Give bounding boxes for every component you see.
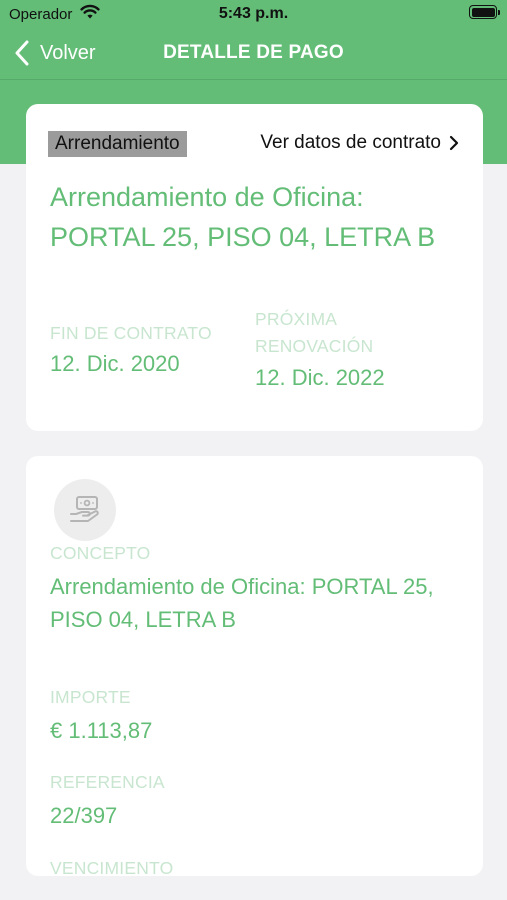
reference-value: 22/397 xyxy=(50,803,118,828)
concept-field: CONCEPTO Arrendamiento de Oficina: PORTA… xyxy=(50,540,460,636)
payment-icon-badge xyxy=(54,479,116,541)
renewal-label: PRÓXIMA RENOVACIÓN xyxy=(255,309,374,356)
view-contract-label: Ver datos de contrato xyxy=(260,132,441,153)
due-date-field: VENCIMIENTO xyxy=(50,855,460,882)
payment-hand-icon xyxy=(70,496,99,522)
concept-label: CONCEPTO xyxy=(50,543,151,563)
contract-end-label: FIN DE CONTRATO xyxy=(50,323,212,343)
contract-title: Arrendamiento de Oficina: PORTAL 25, PIS… xyxy=(50,182,436,252)
contract-end-field: FIN DE CONTRATO 12. Dic. 2020 xyxy=(50,320,212,379)
chevron-right-icon xyxy=(449,135,459,151)
status-bar: Operador 5:43 p.m. xyxy=(0,0,507,28)
reference-label: REFERENCIA xyxy=(50,772,165,792)
due-date-label: VENCIMIENTO xyxy=(50,858,174,878)
contract-end-value: 12. Dic. 2020 xyxy=(50,351,180,376)
contract-card: Arrendamiento Ver datos de contrato Arre… xyxy=(26,104,483,431)
reference-field: REFERENCIA 22/397 xyxy=(50,769,460,832)
page-title: DETALLE DE PAGO xyxy=(163,42,344,63)
renewal-field: PRÓXIMA RENOVACIÓN 12. Dic. 2022 xyxy=(255,306,455,393)
contract-type-badge: Arrendamiento xyxy=(48,131,187,157)
amount-field: IMPORTE € 1.113,87 xyxy=(50,684,460,747)
navigation-bar: Volver DETALLE DE PAGO xyxy=(0,28,507,80)
payment-card: CONCEPTO Arrendamiento de Oficina: PORTA… xyxy=(26,456,483,878)
clock: 5:43 p.m. xyxy=(218,5,289,22)
amount-label: IMPORTE xyxy=(50,687,131,707)
renewal-value: 12. Dic. 2022 xyxy=(255,365,385,390)
concept-value: Arrendamiento de Oficina: PORTAL 25, PIS… xyxy=(50,574,434,632)
view-contract-link[interactable]: Ver datos de contrato xyxy=(260,132,459,154)
amount-value: € 1.113,87 xyxy=(50,718,153,743)
battery-icon xyxy=(469,5,500,19)
